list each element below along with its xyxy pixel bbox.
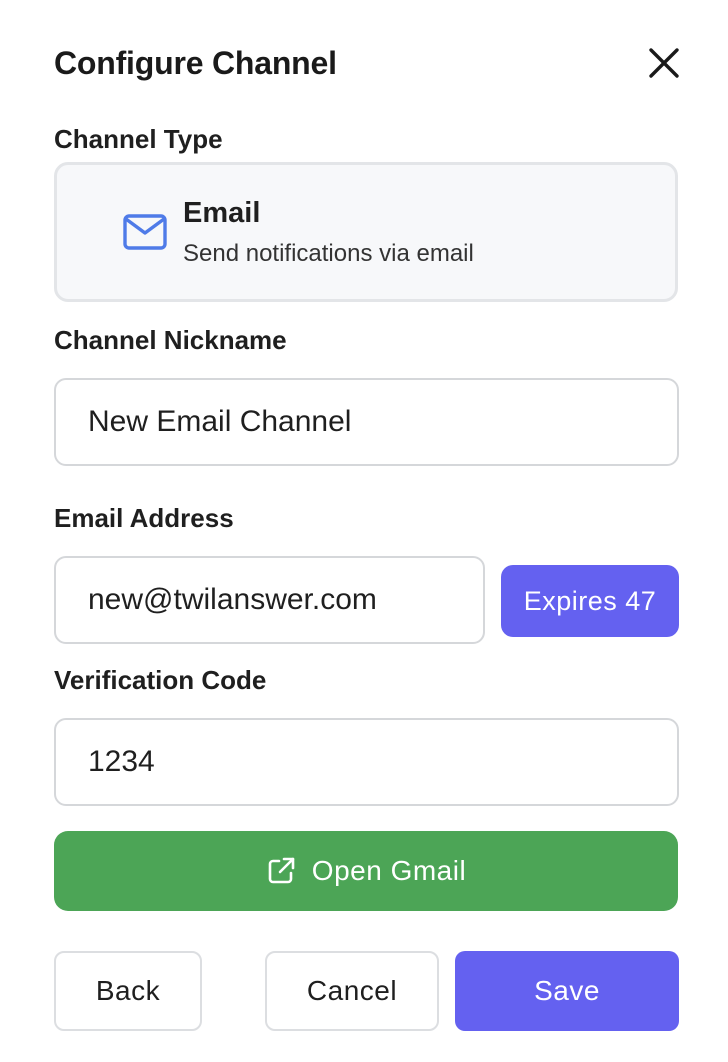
channel-nickname-label: Channel Nickname [54, 325, 287, 355]
close-icon [649, 48, 679, 78]
channel-type-description: Send notifications via email [183, 239, 474, 267]
external-link-icon [266, 856, 296, 886]
channel-nickname-input[interactable] [54, 378, 679, 466]
verification-code-input[interactable] [54, 718, 679, 806]
save-button[interactable]: Save [455, 951, 679, 1031]
channel-type-label: Channel Type [54, 124, 223, 154]
cancel-button[interactable]: Cancel [265, 951, 439, 1031]
envelope-icon [121, 208, 169, 256]
channel-type-card[interactable]: Email Send notifications via email [54, 162, 678, 302]
email-address-label: Email Address [54, 503, 234, 533]
verification-code-label: Verification Code [54, 665, 267, 695]
channel-type-text: Email Send notifications via email [183, 197, 474, 268]
email-address-input[interactable] [54, 556, 485, 644]
expires-badge: Expires 47 [501, 565, 679, 637]
open-gmail-button[interactable]: Open Gmail [54, 831, 678, 911]
page-title: Configure Channel [54, 44, 337, 81]
configure-channel-panel: Configure Channel Channel Type Email Sen… [0, 0, 728, 1062]
back-button[interactable]: Back [54, 951, 202, 1031]
close-button[interactable] [644, 43, 684, 83]
open-gmail-label: Open Gmail [311, 855, 467, 886]
channel-type-name: Email [183, 196, 261, 229]
panel-header: Configure Channel [54, 40, 679, 86]
